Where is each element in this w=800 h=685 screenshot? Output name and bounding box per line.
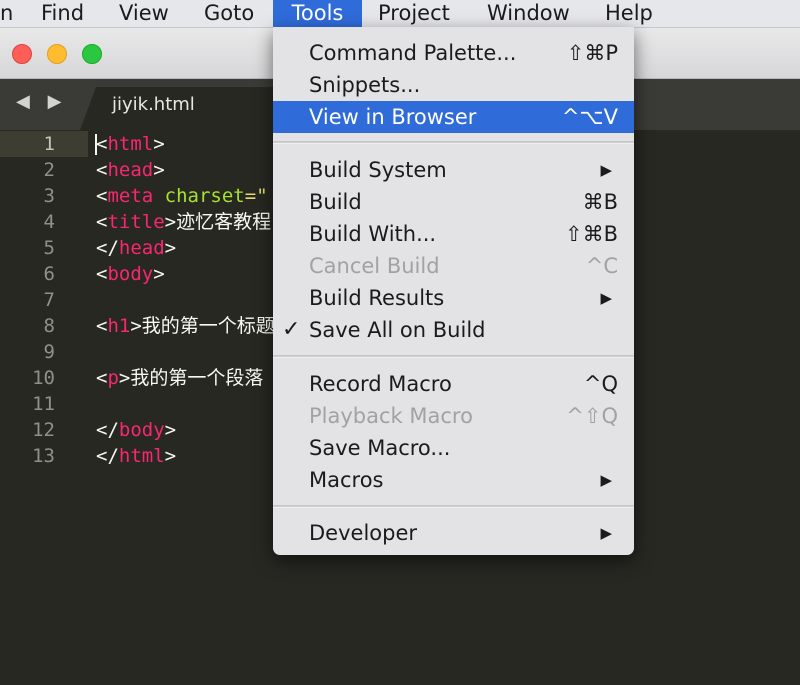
code-text: </body> [96,419,177,441]
menu-item-shortcut: ^⌥V [561,105,618,129]
tag-name: html [118,445,165,467]
menu-item-record-macro[interactable]: Record Macro ^Q [273,368,634,400]
tag-name: title [107,211,165,233]
title-text: 迹忆客教程 [176,211,272,233]
line-number: 6 [43,263,55,285]
menu-item-label: Cancel Build [309,254,440,278]
menu-bar: n Find View Goto Tools Project Window He… [0,0,800,28]
line-number: 5 [43,237,55,259]
menu-item-shortcut: ^Q [583,372,618,396]
menu-view[interactable]: View [107,0,181,27]
code-text: <title>迹忆客教程 [96,211,272,233]
code-text: <head> [96,159,165,181]
menu-item-label: Developer [309,521,418,545]
menu-item-label: Playback Macro [309,404,473,428]
menu-item-label: Command Palette... [309,41,517,65]
menu-item-save-macro[interactable]: Save Macro... [273,432,634,464]
tab-label: jiyik.html [112,94,195,115]
line-number: 8 [43,315,55,337]
code-text: <body> [96,263,165,285]
code-text: </html> [96,445,177,467]
tab-nav-arrows-icon[interactable]: ◀ ▶ [16,91,67,112]
minimize-window-button[interactable] [47,44,67,64]
menu-item-save-all-on-build[interactable]: ✓ Save All on Build [273,314,634,346]
tag-name: head [107,159,154,181]
menu-window[interactable]: Window [475,0,582,27]
attr-value: =" [244,185,268,207]
menu-edit[interactable]: n [0,0,25,27]
tag-name: body [107,263,154,285]
menu-item-label: View in Browser [309,105,477,129]
menu-find[interactable]: Find [29,0,96,27]
menu-item-label: Record Macro [309,372,452,396]
heading-text: 我的第一个标题 [141,315,275,337]
menu-item-playback-macro: Playback Macro ^⇧Q [273,400,634,432]
code-text: </head> [96,237,177,259]
code-text: <p>我的第一个段落 [96,367,264,389]
menu-item-label: Build Results [309,286,445,310]
submenu-arrow-icon: ▶ [600,471,612,489]
menu-item-developer[interactable]: Developer ▶ [273,517,634,549]
menu-item-shortcut: ⇧⌘B [564,222,618,246]
menu-item-label: Snippets... [309,73,421,97]
menu-item-label: Build With... [309,222,437,246]
submenu-arrow-icon: ▶ [600,161,612,179]
line-number: 9 [43,341,55,363]
menu-help[interactable]: Help [593,0,665,27]
line-number: 7 [43,289,55,311]
submenu-arrow-icon: ▶ [600,289,612,307]
menu-item-shortcut: ^C [585,254,618,278]
line-number: 4 [43,211,55,233]
menu-goto[interactable]: Goto [192,0,266,27]
line-number: 2 [43,159,55,181]
tag-name: meta [107,185,154,207]
paragraph-text: 我的第一个段落 [130,367,264,389]
tag-name: p [107,367,119,389]
line-number: 11 [32,393,55,415]
line-number: 3 [43,185,55,207]
text-cursor [95,134,97,155]
submenu-arrow-icon: ▶ [600,524,612,542]
menu-item-shortcut: ⇧⌘P [566,41,618,65]
line-number: 10 [32,367,55,389]
tag-name: html [107,133,154,155]
menu-item-cancel-build: Cancel Build ^C [273,250,634,282]
menu-item-macros[interactable]: Macros ▶ [273,464,634,496]
menu-item-command-palette[interactable]: Command Palette... ⇧⌘P [273,37,634,69]
menu-item-view-in-browser[interactable]: View in Browser ^⌥V [273,101,634,133]
menu-separator [273,505,634,508]
menu-tools[interactable]: Tools [273,0,362,27]
menu-separator [273,355,634,358]
checkmark-icon: ✓ [282,317,301,342]
menu-item-build-with[interactable]: Build With... ⇧⌘B [273,218,634,250]
code-text: <html> [96,133,165,155]
menu-item-label: Save Macro... [309,436,451,460]
code-text: <h1>我的第一个标题 [96,315,275,337]
menu-item-label: Build [309,190,362,214]
menu-project[interactable]: Project [366,0,462,27]
menu-item-build[interactable]: Build ⌘B [273,186,634,218]
tag-name: head [118,237,165,259]
line-number: 13 [32,445,55,467]
menu-separator [273,141,634,144]
menu-item-label: Macros [309,468,384,492]
line-number: 12 [32,419,55,441]
menu-item-shortcut: ^⇧Q [566,404,618,428]
code-text: <meta charset=" [96,185,268,207]
menu-item-label: Build System [309,158,447,182]
tag-name: body [118,419,165,441]
menu-item-build-results[interactable]: Build Results ▶ [273,282,634,314]
menu-item-build-system[interactable]: Build System ▶ [273,154,634,186]
tag-name: h1 [107,315,131,337]
menu-item-label: Save All on Build [309,318,486,342]
menu-item-snippets[interactable]: Snippets... [273,69,634,101]
menu-item-shortcut: ⌘B [582,190,618,214]
tools-menu: Command Palette... ⇧⌘P Snippets... View … [273,27,634,555]
attr-name: charset [164,185,245,207]
close-window-button[interactable] [12,44,32,64]
line-number: 1 [0,131,88,157]
zoom-window-button[interactable] [82,44,102,64]
